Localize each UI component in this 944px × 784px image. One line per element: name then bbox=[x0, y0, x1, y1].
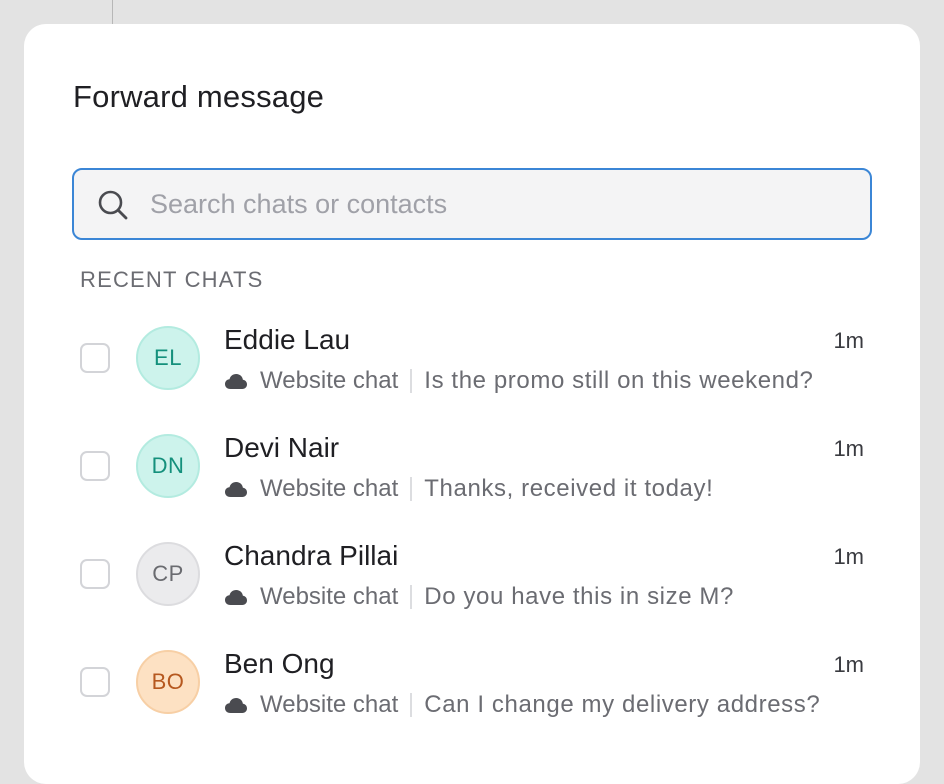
chat-meta: Website chat Can I change my delivery ad… bbox=[224, 690, 820, 720]
avatar: CP bbox=[136, 542, 200, 606]
chat-meta: Website chat Is the promo still on this … bbox=[224, 366, 814, 396]
cloud-icon bbox=[225, 698, 247, 713]
channel-label: Website chat bbox=[260, 691, 399, 718]
search-icon bbox=[98, 190, 128, 220]
meta-divider bbox=[410, 585, 413, 609]
channel-label: Website chat bbox=[260, 475, 399, 502]
select-checkbox[interactable] bbox=[80, 451, 110, 481]
backdrop-divider bbox=[112, 0, 113, 24]
chat-meta: Website chat Do you have this in size M? bbox=[224, 582, 734, 612]
meta-divider bbox=[410, 477, 413, 501]
avatar: BO bbox=[136, 650, 200, 714]
recent-chats-label: RECENT CHATS bbox=[80, 267, 264, 292]
chat-meta: Website chat Thanks, received it today! bbox=[224, 474, 713, 504]
select-checkbox[interactable] bbox=[80, 343, 110, 373]
contact-name: Eddie Lau bbox=[224, 324, 351, 355]
meta-divider bbox=[410, 369, 413, 393]
chat-time: 1m bbox=[833, 436, 864, 461]
message-preview: Can I change my delivery address? bbox=[424, 691, 821, 718]
channel-label: Website chat bbox=[260, 583, 399, 610]
contact-name: Devi Nair bbox=[224, 432, 340, 463]
chat-row-ben-ong[interactable]: BO Ben Ong 1m Website chat Can I change … bbox=[24, 638, 920, 746]
contact-name: Ben Ong bbox=[224, 648, 335, 679]
chat-row-eddie-lau[interactable]: EL Eddie Lau 1m Website chat Is the prom… bbox=[24, 314, 920, 422]
recent-chats-list: EL Eddie Lau 1m Website chat Is the prom… bbox=[24, 314, 920, 746]
chat-time: 1m bbox=[833, 328, 864, 353]
dialog-title: Forward message bbox=[73, 79, 325, 114]
forward-message-dialog: Forward message RECENT CHATS EL Eddie La… bbox=[24, 24, 920, 784]
cloud-icon bbox=[225, 590, 247, 605]
chat-row-chandra-pillai[interactable]: CP Chandra Pillai 1m Website chat Do you… bbox=[24, 530, 920, 638]
search-input[interactable] bbox=[150, 184, 850, 224]
cloud-icon bbox=[225, 482, 247, 497]
contact-name: Chandra Pillai bbox=[224, 540, 399, 571]
message-preview: Thanks, received it today! bbox=[424, 475, 714, 502]
meta-divider bbox=[410, 693, 413, 717]
avatar: EL bbox=[136, 326, 200, 390]
chat-row-devi-nair[interactable]: DN Devi Nair 1m Website chat Thanks, rec… bbox=[24, 422, 920, 530]
message-preview: Do you have this in size M? bbox=[424, 583, 734, 610]
search-box[interactable] bbox=[72, 168, 872, 240]
channel-label: Website chat bbox=[260, 367, 399, 394]
select-checkbox[interactable] bbox=[80, 667, 110, 697]
chat-time: 1m bbox=[833, 544, 864, 569]
select-checkbox[interactable] bbox=[80, 559, 110, 589]
cloud-icon bbox=[225, 374, 247, 389]
chat-time: 1m bbox=[833, 652, 864, 677]
avatar: DN bbox=[136, 434, 200, 498]
message-preview: Is the promo still on this weekend? bbox=[424, 367, 814, 394]
